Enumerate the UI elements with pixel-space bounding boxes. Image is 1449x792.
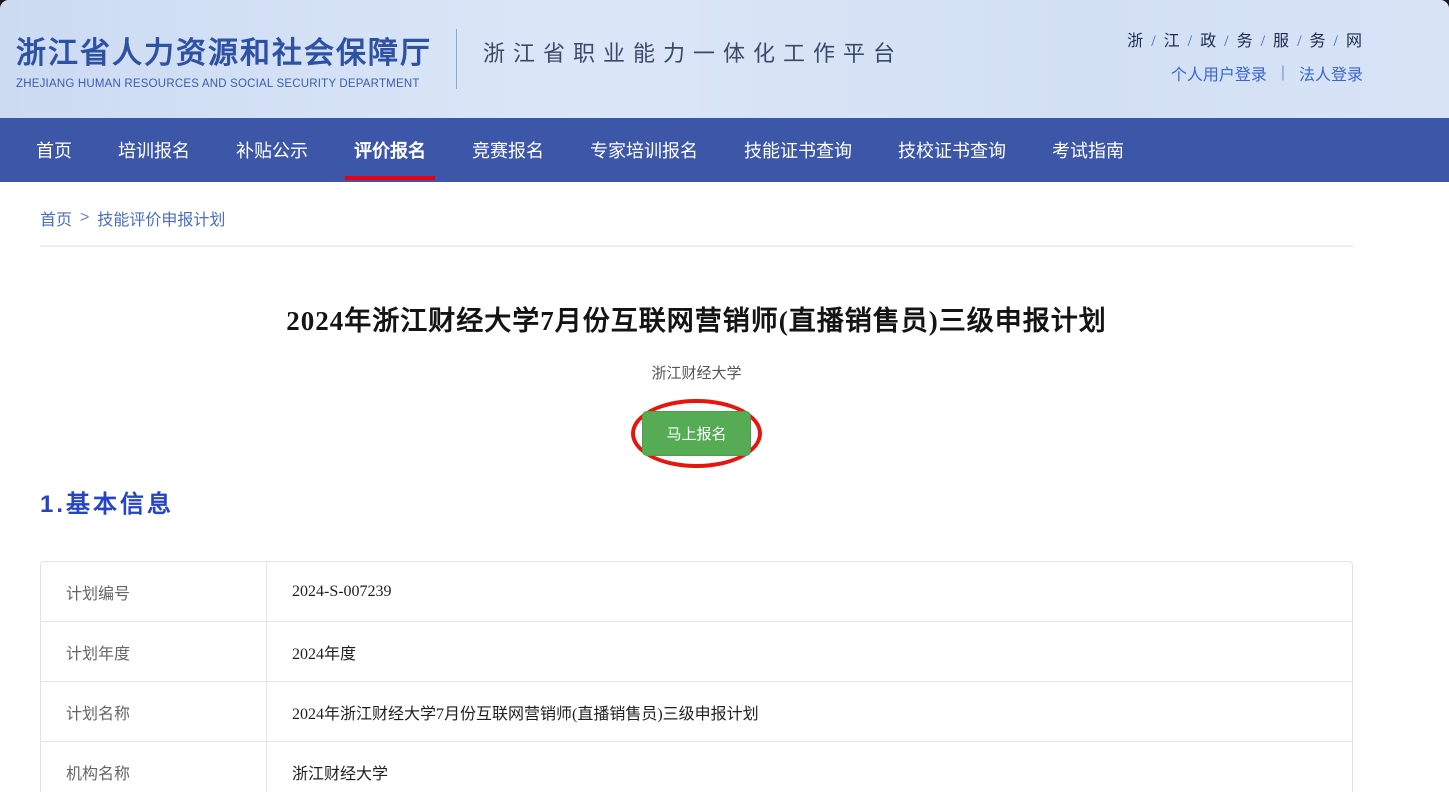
breadcrumb-separator: > [80, 209, 89, 227]
row-value-plan-year: 2024年度 [267, 622, 1352, 681]
gov-net-slash: / [1334, 33, 1339, 50]
page: 浙江省人力资源和社会保障厅 ZHEJIANG HUMAN RESOURCES A… [0, 0, 1449, 792]
nav-item-label: 考试指南 [1052, 137, 1124, 163]
gov-net-char: 政 [1200, 33, 1217, 50]
nav-item-skill-certificate-query[interactable]: 技能证书查询 [744, 118, 852, 182]
main-nav: 首页 培训报名 补贴公示 评价报名 竞赛报名 专家培训报名 技能证书查询 技校证… [0, 118, 1449, 182]
gov-net-slash: / [1224, 33, 1229, 50]
table-row: 计划名称 2024年浙江财经大学7月份互联网营销师(直播销售员)三级申报计划 [41, 681, 1352, 741]
row-label-plan-year: 计划年度 [41, 622, 267, 681]
signup-annotation-wrapper: 马上报名 [631, 399, 761, 468]
gov-net-slash: / [1188, 33, 1193, 50]
nav-item-label: 评价报名 [354, 137, 426, 163]
gov-net-char: 务 [1310, 33, 1327, 50]
section-heading-basic-info: 1.基本信息 [40, 484, 1353, 519]
row-label-plan-name: 计划名称 [41, 682, 267, 741]
basic-info-table: 计划编号 2024-S-007239 计划年度 2024年度 计划名称 2024… [40, 561, 1353, 792]
gov-net-char: 网 [1346, 33, 1363, 50]
page-title: 2024年浙江财经大学7月份互联网营销师(直播销售员)三级申报计划 [40, 299, 1353, 338]
breadcrumb-divider [40, 245, 1353, 247]
table-row: 计划编号 2024-S-007239 [41, 562, 1352, 621]
row-value-organization-name: 浙江财经大学 [267, 742, 1352, 792]
gov-net-char: 服 [1273, 33, 1290, 50]
nav-item-label: 培训报名 [118, 137, 190, 163]
breadcrumb-current: 技能评价申报计划 [97, 206, 225, 230]
nav-item-competition-signup[interactable]: 竞赛报名 [472, 118, 544, 182]
nav-item-home[interactable]: 首页 [36, 118, 72, 182]
department-logo-subtitle: ZHEJIANG HUMAN RESOURCES AND SOCIAL SECU… [16, 78, 432, 90]
gov-net-slash: / [1297, 33, 1302, 50]
row-value-plan-name: 2024年浙江财经大学7月份互联网营销师(直播销售员)三级申报计划 [267, 682, 1352, 741]
department-logo-title: 浙江省人力资源和社会保障厅 [16, 28, 432, 72]
breadcrumb: 首页 > 技能评价申报计划 [40, 182, 1353, 230]
gov-net-slash: / [1151, 33, 1156, 50]
breadcrumb-home-link[interactable]: 首页 [40, 206, 72, 230]
nav-item-subsidy-publicity[interactable]: 补贴公示 [236, 118, 308, 182]
gov-net-char: 务 [1237, 33, 1254, 50]
site-header: 浙江省人力资源和社会保障厅 ZHEJIANG HUMAN RESOURCES A… [0, 0, 1449, 118]
nav-item-label: 专家培训报名 [590, 137, 698, 163]
nav-item-exam-guide[interactable]: 考试指南 [1052, 118, 1124, 182]
table-row: 计划年度 2024年度 [41, 621, 1352, 681]
nav-item-label: 补贴公示 [236, 137, 308, 163]
gov-net-char: 江 [1164, 33, 1181, 50]
nav-item-expert-training-signup[interactable]: 专家培训报名 [590, 118, 698, 182]
content-container: 首页 > 技能评价申报计划 2024年浙江财经大学7月份互联网营销师(直播销售员… [40, 182, 1353, 792]
nav-item-label: 首页 [36, 137, 72, 163]
active-tab-underline [345, 176, 435, 180]
nav-item-school-certificate-query[interactable]: 技校证书查询 [898, 118, 1006, 182]
nav-item-label: 竞赛报名 [472, 137, 544, 163]
header-right: 浙 / 江 / 政 / 务 / 服 / 务 / 网 个人用户登录 | 法人登录 [1127, 27, 1363, 85]
row-value-plan-number: 2024-S-007239 [267, 562, 1352, 621]
login-row: 个人用户登录 | 法人登录 [1171, 61, 1363, 85]
signup-now-button[interactable]: 马上报名 [642, 411, 750, 456]
row-label-plan-number: 计划编号 [41, 562, 267, 621]
header-divider [456, 29, 457, 89]
row-label-organization-name: 机构名称 [41, 742, 267, 792]
gov-net-slash: / [1261, 33, 1266, 50]
gov-service-net-link[interactable]: 浙 / 江 / 政 / 务 / 服 / 务 / 网 [1127, 27, 1363, 51]
signup-area: 马上报名 [40, 399, 1353, 468]
table-row: 机构名称 浙江财经大学 [41, 741, 1352, 792]
nav-item-training-signup[interactable]: 培训报名 [118, 118, 190, 182]
legal-entity-login-link[interactable]: 法人登录 [1299, 61, 1363, 85]
department-logo[interactable]: 浙江省人力资源和社会保障厅 ZHEJIANG HUMAN RESOURCES A… [16, 28, 432, 90]
gov-net-char: 浙 [1127, 33, 1144, 50]
nav-item-label: 技能证书查询 [744, 137, 852, 163]
login-separator: | [1281, 64, 1285, 82]
nav-item-evaluation-signup[interactable]: 评价报名 [354, 118, 426, 182]
nav-item-label: 技校证书查询 [898, 137, 1006, 163]
personal-login-link[interactable]: 个人用户登录 [1171, 61, 1267, 85]
organization-subtitle: 浙江财经大学 [40, 362, 1353, 383]
platform-name: 浙江省职业能力一体化工作平台 [483, 36, 903, 68]
